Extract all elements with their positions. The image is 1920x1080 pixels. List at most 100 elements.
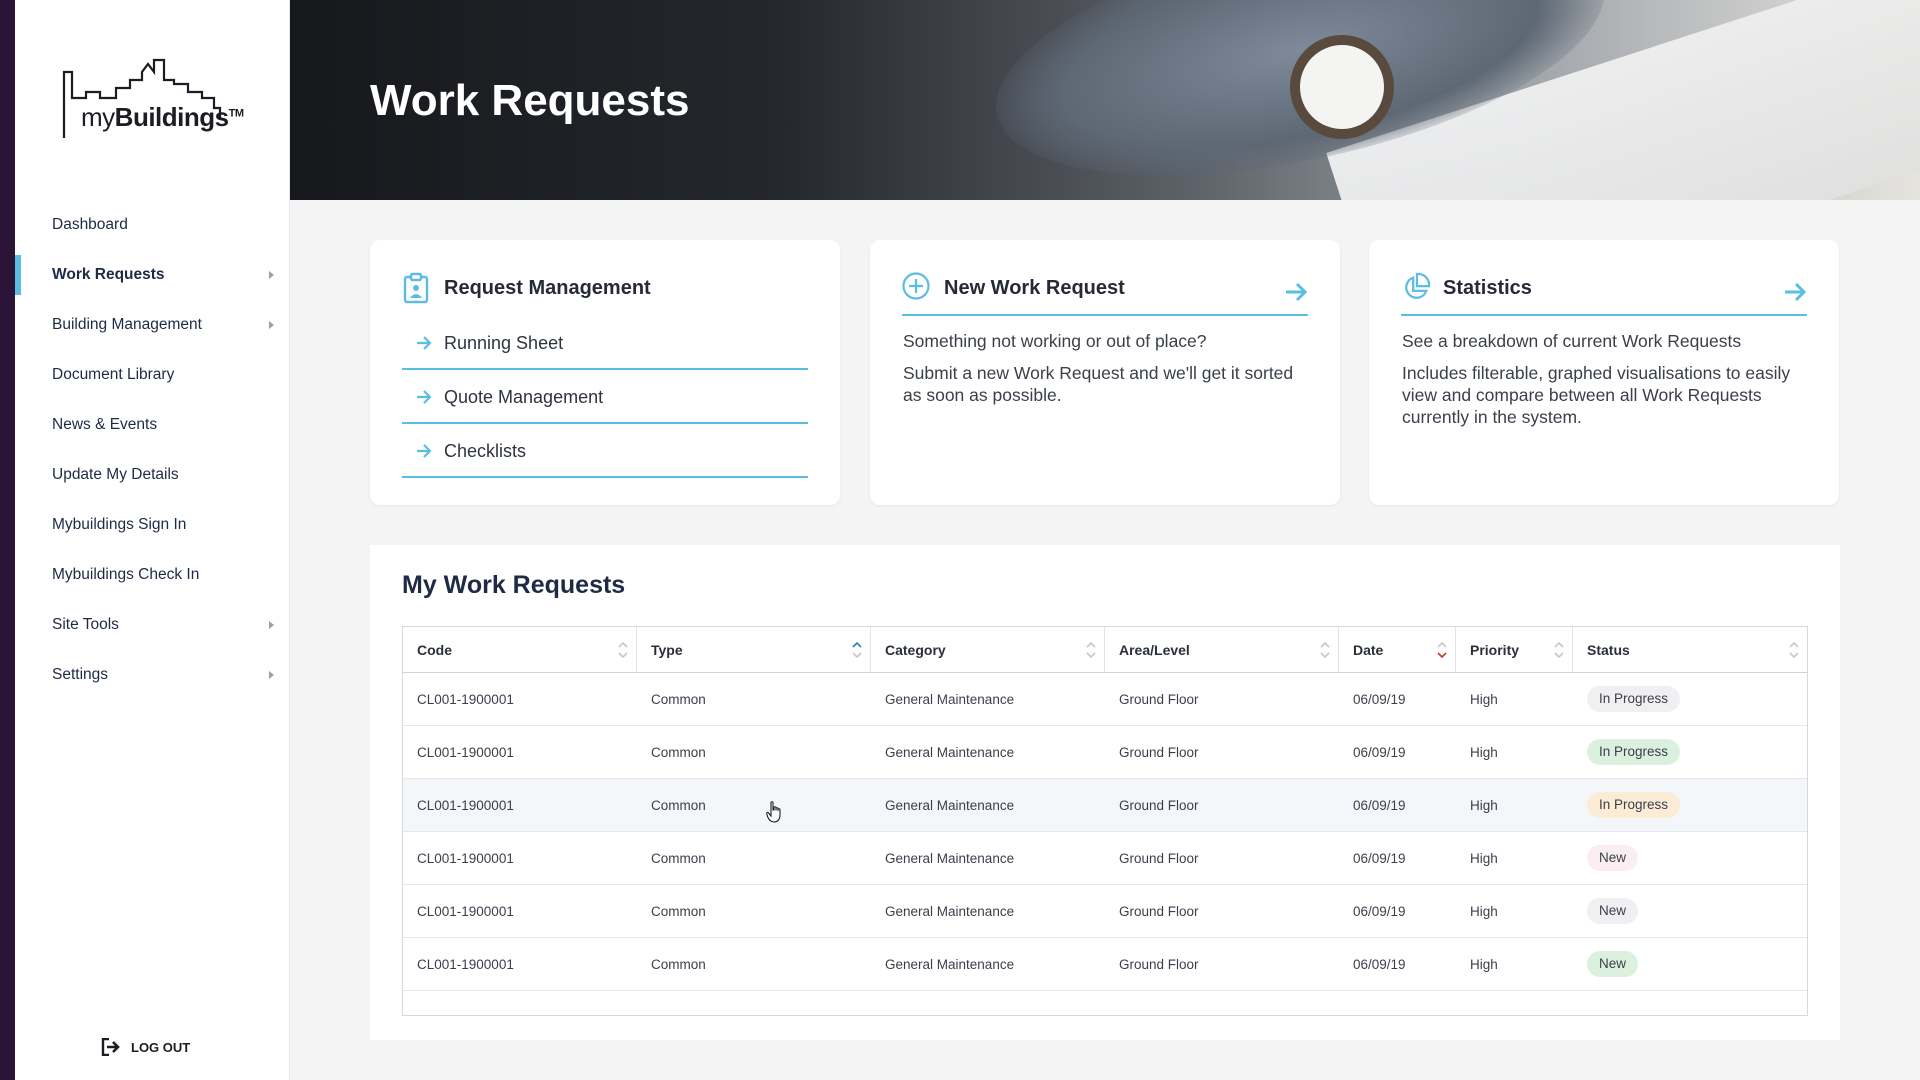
card-description-line-2: Includes filterable, graphed visualisati…: [1402, 363, 1791, 427]
arrow-right-icon[interactable]: [1284, 280, 1308, 304]
sort-icon[interactable]: [1789, 641, 1799, 659]
sidebar-item-mybuildings-sign-in[interactable]: Mybuildings Sign In: [15, 500, 290, 550]
pie-chart-icon: [1405, 272, 1431, 299]
cell-code: CL001-1900001: [417, 850, 514, 866]
column-header-label: Priority: [1470, 642, 1520, 658]
cell-area: Ground Floor: [1119, 903, 1199, 919]
sort-icon[interactable]: [1554, 641, 1564, 659]
sort-icon[interactable]: [1437, 641, 1447, 659]
column-header-area-level[interactable]: Area/Level: [1105, 627, 1339, 673]
checklists-link[interactable]: Checklists: [402, 424, 808, 478]
cell-category: General Maintenance: [885, 691, 1015, 707]
table-row[interactable]: CL001-1900001 Common General Maintenance Gr…: [403, 832, 1807, 885]
cell-type: Common: [651, 797, 706, 813]
sort-icon[interactable]: [618, 641, 628, 659]
column-header-label: Code: [417, 642, 452, 658]
column-header-priority[interactable]: Priority: [1456, 627, 1573, 673]
logout-button[interactable]: LOG OUT: [101, 1036, 190, 1058]
column-header-type[interactable]: Type: [637, 627, 871, 673]
chevron-right-icon: [269, 321, 274, 329]
chevron-right-icon: [269, 621, 274, 629]
sidebar-item-mybuildings-check-in[interactable]: Mybuildings Check In: [15, 550, 290, 600]
sidebar-item-news-events[interactable]: News & Events: [15, 400, 290, 450]
clipboard-icon: [403, 272, 429, 304]
cell-status: In Progress: [1573, 792, 1807, 818]
table-row[interactable]: CL001-1900001 Common General Maintenance Gr…: [403, 779, 1807, 832]
page-title: Work Requests: [370, 76, 690, 125]
cell-code: CL001-1900001: [417, 797, 514, 813]
column-header-status[interactable]: Status: [1573, 627, 1807, 673]
table-row[interactable]: CL001-1900001 Common General Maintenance Gr…: [403, 673, 1807, 726]
card-header: Request Management: [402, 262, 808, 316]
card-description-line-2: Submit a new Work Request and we'll get …: [903, 363, 1294, 405]
column-header-category[interactable]: Category: [871, 627, 1105, 673]
column-header-code[interactable]: Code: [403, 627, 637, 673]
running-sheet-link[interactable]: Running Sheet: [402, 316, 808, 370]
chevron-right-icon: [269, 271, 274, 279]
status-badge: New: [1587, 898, 1639, 924]
cell-date: 06/09/19: [1353, 850, 1406, 866]
table-header: Code Type Category Area/Level Date Priority St…: [403, 627, 1807, 673]
card-title: New Work Request: [944, 277, 1125, 299]
arrow-right-icon[interactable]: [1783, 280, 1807, 304]
cell-status: New: [1573, 845, 1807, 871]
status-badge: New: [1587, 845, 1639, 871]
banner-watch-image: [1290, 35, 1394, 139]
cell-category: General Maintenance: [885, 797, 1015, 813]
my-work-requests-panel: My Work Requests Code Type Category Area/Le…: [370, 545, 1840, 1040]
sidebar-item-building-management[interactable]: Building Management: [15, 300, 290, 350]
sidebar-item-site-tools[interactable]: Site Tools: [15, 600, 290, 650]
cell-priority: High: [1470, 956, 1498, 972]
brand-name: myBuildingsTM: [81, 102, 244, 132]
cell-area: Ground Floor: [1119, 797, 1199, 813]
sidebar-item-work-requests[interactable]: Work Requests: [15, 250, 290, 300]
cell-type: Common: [651, 850, 706, 866]
cell-type: Common: [651, 956, 706, 972]
sidebar-item-label: Building Management: [52, 316, 202, 333]
link-label: Checklists: [444, 441, 527, 461]
column-header-label: Status: [1587, 642, 1630, 658]
sort-icon[interactable]: [1086, 641, 1096, 659]
cell-category: General Maintenance: [885, 850, 1015, 866]
card-description-line-1: Something not working or out of place?: [903, 331, 1207, 351]
statistics-card[interactable]: Statistics See a breakdown of current Wo…: [1369, 240, 1839, 505]
quote-management-link[interactable]: Quote Management: [402, 370, 808, 424]
arrow-right-icon: [417, 444, 432, 458]
sidebar-item-update-my-details[interactable]: Update My Details: [15, 450, 290, 500]
card-header: Statistics: [1401, 262, 1807, 316]
card-title: Statistics: [1443, 277, 1532, 299]
sidebar-item-settings[interactable]: Settings: [15, 650, 290, 700]
column-header-label: Type: [651, 642, 683, 658]
cell-category: General Maintenance: [885, 744, 1015, 760]
request-management-card: Request Management Running Sheet Quote M…: [370, 240, 840, 505]
column-header-label: Category: [885, 642, 946, 658]
hand-cursor-icon: [766, 801, 781, 823]
table-row[interactable]: CL001-1900001 Common General Maintenance Gr…: [403, 885, 1807, 938]
cell-type: Common: [651, 903, 706, 919]
sidebar-item-dashboard[interactable]: Dashboard: [15, 200, 290, 250]
new-work-request-card[interactable]: New Work Request Something not working o…: [870, 240, 1340, 505]
table-body: CL001-1900001 Common General Maintenance Gr…: [403, 673, 1807, 991]
cell-area: Ground Floor: [1119, 744, 1199, 760]
sidebar-item-label: Settings: [52, 666, 109, 683]
column-header-label: Area/Level: [1119, 642, 1190, 658]
column-header-date[interactable]: Date: [1339, 627, 1456, 673]
sort-icon[interactable]: [1320, 641, 1330, 659]
cell-priority: High: [1470, 691, 1498, 707]
cell-date: 06/09/19: [1353, 691, 1406, 707]
cell-code: CL001-1900001: [417, 903, 514, 919]
link-label: Quote Management: [444, 387, 604, 407]
card-header: New Work Request: [902, 262, 1308, 316]
sidebar-item-label: Mybuildings Check In: [52, 566, 200, 583]
work-requests-table: Code Type Category Area/Level Date Priority St…: [402, 626, 1808, 1016]
status-badge: In Progress: [1587, 792, 1681, 818]
cell-type: Common: [651, 691, 706, 707]
sort-icon[interactable]: [852, 641, 862, 659]
sidebar-item-label: Update My Details: [52, 466, 179, 483]
arrow-right-icon: [417, 390, 432, 404]
table-row[interactable]: CL001-1900001 Common General Maintenance Gr…: [403, 726, 1807, 779]
table-row[interactable]: CL001-1900001 Common General Maintenance Gr…: [403, 938, 1807, 991]
cell-date: 06/09/19: [1353, 744, 1406, 760]
sidebar-nav: Dashboard Work Requests Building Managem…: [15, 200, 290, 700]
sidebar-item-document-library[interactable]: Document Library: [15, 350, 290, 400]
